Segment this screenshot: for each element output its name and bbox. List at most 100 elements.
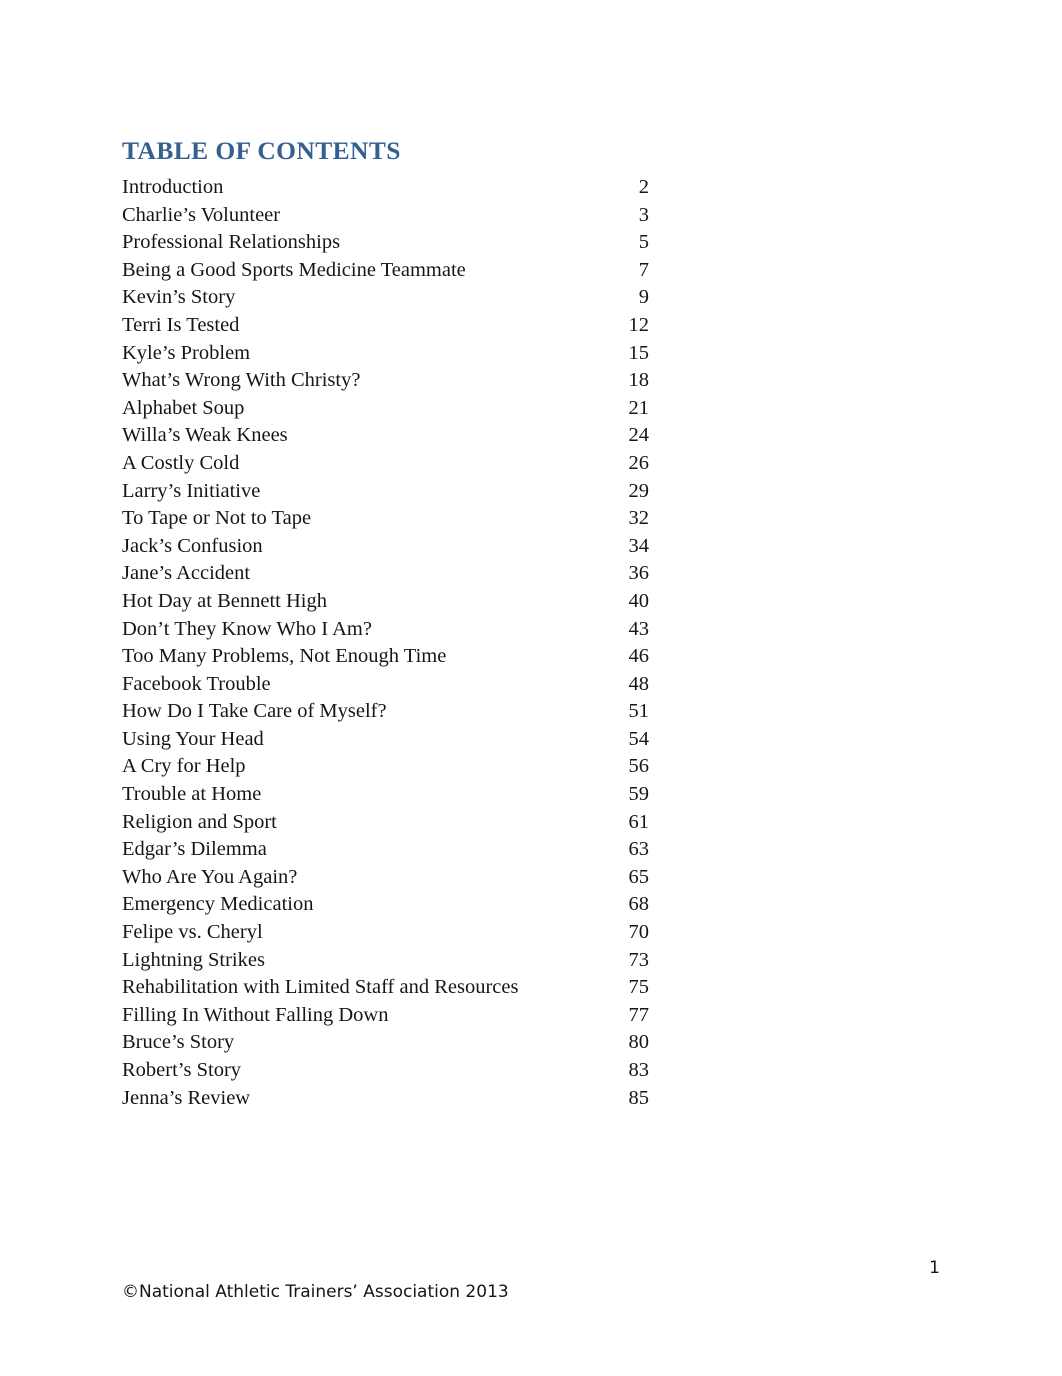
toc-entry-title: Professional Relationships xyxy=(122,231,341,254)
toc-entry-page-number: 59 xyxy=(628,783,650,806)
toc-entry[interactable]: What’s Wrong With Christy? 18 xyxy=(122,367,649,395)
toc-entry-page-number: 85 xyxy=(628,1086,650,1109)
toc-entry[interactable]: Hot Day at Bennett High 40 xyxy=(122,588,649,616)
toc-entry-page-number: 36 xyxy=(628,562,650,585)
toc-entry-title: A Costly Cold xyxy=(122,451,240,474)
toc-entry-page-number: 77 xyxy=(628,1003,650,1026)
toc-entry[interactable]: Terri Is Tested 12 xyxy=(122,312,649,340)
toc-entry-title: Filling In Without Falling Down xyxy=(122,1003,389,1026)
toc-entry-title: A Cry for Help xyxy=(122,755,246,778)
toc-entry-title: Too Many Problems, Not Enough Time xyxy=(122,645,447,668)
toc-entry[interactable]: How Do I Take Care of Myself? 51 xyxy=(122,698,649,726)
toc-entry-page-number: 26 xyxy=(628,451,650,474)
toc-entry[interactable]: Rehabilitation with Limited Staff and Re… xyxy=(122,974,649,1002)
toc-entry[interactable]: Charlie’s Volunteer 3 xyxy=(122,202,649,230)
toc-entry[interactable]: Jack’s Confusion 34 xyxy=(122,533,649,561)
toc-entry-title: Larry’s Initiative xyxy=(122,479,261,502)
toc-entry-page-number: 43 xyxy=(628,617,650,640)
toc-entry[interactable]: Larry’s Initiative 29 xyxy=(122,478,649,506)
toc-entry[interactable]: Kevin’s Story 9 xyxy=(122,284,649,312)
toc-entry[interactable]: Felipe vs. Cheryl 70 xyxy=(122,919,649,947)
toc-entry-title: Felipe vs. Cheryl xyxy=(122,921,263,944)
toc-entry[interactable]: Professional Relationships 5 xyxy=(122,229,649,257)
toc-entry-title: Rehabilitation with Limited Staff and Re… xyxy=(122,976,519,999)
toc-entry-page-number: 61 xyxy=(628,810,650,833)
toc-entry[interactable]: Willa’s Weak Knees 24 xyxy=(122,422,649,450)
toc-entry-page-number: 24 xyxy=(628,424,650,447)
toc-entry[interactable]: Using Your Head 54 xyxy=(122,726,649,754)
toc-entry-title: Don’t They Know Who I Am? xyxy=(122,617,372,640)
toc-entry-page-number: 46 xyxy=(628,645,650,668)
toc-entry[interactable]: Who Are You Again? 65 xyxy=(122,864,649,892)
toc-entry-title: Kyle’s Problem xyxy=(122,341,251,364)
toc-entry[interactable]: Alphabet Soup 21 xyxy=(122,395,649,423)
toc-entry[interactable]: A Cry for Help 56 xyxy=(122,753,649,781)
toc-entry[interactable]: Facebook Trouble 48 xyxy=(122,671,649,699)
toc-entry-title: Being a Good Sports Medicine Teammate xyxy=(122,258,466,281)
toc-entry-page-number: 3 xyxy=(638,203,649,226)
toc-entry-page-number: 63 xyxy=(628,838,650,861)
toc-entry[interactable]: Kyle’s Problem 15 xyxy=(122,340,649,368)
toc-entry-page-number: 15 xyxy=(628,341,650,364)
toc-entry-title: Religion and Sport xyxy=(122,810,277,833)
toc-entry[interactable]: Jenna’s Review 85 xyxy=(122,1085,649,1113)
toc-entry[interactable]: Bruce’s Story 80 xyxy=(122,1029,649,1057)
toc-entry[interactable]: Don’t They Know Who I Am? 43 xyxy=(122,616,649,644)
page-title: TABLE OF CONTENTS xyxy=(122,136,401,166)
toc-entry-page-number: 80 xyxy=(628,1031,650,1054)
toc-entry-title: Robert’s Story xyxy=(122,1059,242,1081)
toc-entry-title: How Do I Take Care of Myself? xyxy=(122,700,387,723)
toc-entry-page-number: 12 xyxy=(628,313,650,336)
toc-entry-page-number: 83 xyxy=(628,1059,650,1081)
toc-entry[interactable]: Introduction 2 xyxy=(122,174,649,202)
toc-entry-page-number: 51 xyxy=(628,700,650,723)
toc-entry[interactable]: Filling In Without Falling Down 77 xyxy=(122,1002,649,1030)
toc-entry-page-number: 7 xyxy=(638,258,649,281)
toc-entry[interactable]: Edgar’s Dilemma 63 xyxy=(122,836,649,864)
toc-entry-page-number: 2 xyxy=(638,176,649,198)
footer-copyright: ©National Athletic Trainers’ Association… xyxy=(122,1282,509,1302)
toc-entry-title: Charlie’s Volunteer xyxy=(122,203,281,226)
toc-entry-title: What’s Wrong With Christy? xyxy=(122,369,361,392)
toc-entry[interactable]: Trouble at Home 59 xyxy=(122,781,649,809)
toc-entry[interactable]: Robert’s Story 83 xyxy=(122,1057,649,1085)
toc-entry-title: Jane’s Accident xyxy=(122,562,251,585)
toc-entry[interactable]: Lightning Strikes 73 xyxy=(122,947,649,975)
toc-entry-page-number: 56 xyxy=(628,755,650,778)
page-footer: 1 ©National Athletic Trainers’ Associati… xyxy=(0,1258,1062,1312)
toc-entry-page-number: 54 xyxy=(628,727,650,750)
toc-entry-page-number: 68 xyxy=(628,893,650,916)
toc-entry[interactable]: Religion and Sport 61 xyxy=(122,809,649,837)
toc-entry-title: Bruce’s Story xyxy=(122,1031,235,1054)
toc-entry-page-number: 29 xyxy=(628,479,650,502)
toc-entry-title: Willa’s Weak Knees xyxy=(122,424,288,447)
toc-entry-page-number: 65 xyxy=(628,865,650,888)
toc-entry[interactable]: Emergency Medication 68 xyxy=(122,891,649,919)
toc-entry-title: Terri Is Tested xyxy=(122,313,240,336)
toc-entry-title: Who Are You Again? xyxy=(122,865,298,888)
toc-entry-title: Hot Day at Bennett High xyxy=(122,589,327,612)
toc-entry-title: Trouble at Home xyxy=(122,783,262,806)
toc-entry-page-number: 75 xyxy=(628,976,650,999)
toc-entry-title: Jenna’s Review xyxy=(122,1086,251,1109)
toc-entry-title: Jack’s Confusion xyxy=(122,534,263,557)
toc-entry[interactable]: A Costly Cold 26 xyxy=(122,450,649,478)
toc-entry-title: To Tape or Not to Tape xyxy=(122,507,312,530)
toc-entry[interactable]: To Tape or Not to Tape 32 xyxy=(122,505,649,533)
toc-entry-title: Facebook Trouble xyxy=(122,672,271,695)
toc-entry-title: Alphabet Soup xyxy=(122,396,245,419)
toc-entry[interactable]: Too Many Problems, Not Enough Time 46 xyxy=(122,643,649,671)
toc-entry-page-number: 5 xyxy=(638,231,649,254)
toc-entry-page-number: 70 xyxy=(628,921,650,944)
footer-page-number: 1 xyxy=(929,1258,940,1278)
toc-entry-page-number: 40 xyxy=(628,589,650,612)
toc-entry-page-number: 34 xyxy=(628,534,650,557)
toc-entry[interactable]: Jane’s Accident 36 xyxy=(122,560,649,588)
toc-entry-title: Edgar’s Dilemma xyxy=(122,838,267,861)
toc-entry-title: Emergency Medication xyxy=(122,893,314,916)
toc-entry-page-number: 18 xyxy=(628,369,650,392)
toc-entry-page-number: 48 xyxy=(628,672,650,695)
toc-entry-page-number: 32 xyxy=(628,507,650,530)
toc-entry-page-number: 9 xyxy=(638,286,649,309)
toc-entry[interactable]: Being a Good Sports Medicine Teammate 7 xyxy=(122,257,649,285)
